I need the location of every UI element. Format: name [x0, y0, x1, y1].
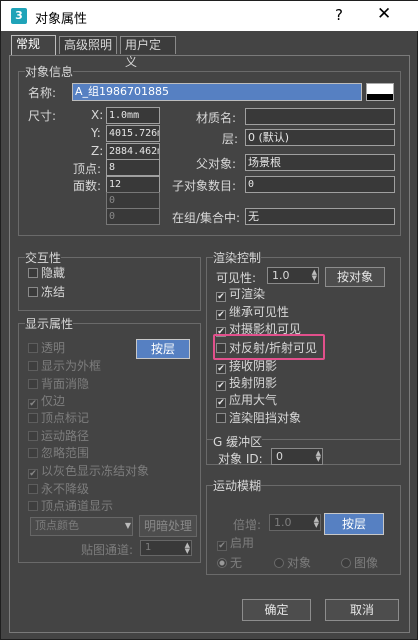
receive-shadows-checkbox[interactable]: ✔ 接收阴影 — [216, 360, 277, 374]
help-icon[interactable]: ? — [335, 6, 343, 24]
y-label: Y: — [91, 126, 101, 140]
map-channel-spinner[interactable]: 1 ▲ ▼ — [140, 540, 192, 556]
display-as-box-checkbox[interactable]: 显示为外框 — [28, 360, 101, 373]
backface-cull-checkbox[interactable]: 背面消隐 — [28, 378, 89, 391]
inherit-visibility-checkbox[interactable]: ✔ 继承可见性 — [216, 306, 289, 320]
motion-blur-image-radio[interactable]: 图像 — [341, 554, 378, 571]
z-dimension-field: 2884.462m — [106, 143, 160, 160]
layer-label: 层: — [222, 132, 239, 146]
layer-field: 0 (默认) — [245, 129, 395, 146]
parent-field: 场景根 — [245, 154, 395, 171]
never-degrade-checkbox[interactable]: 永不降级 — [28, 483, 89, 496]
motion-blur-by-layer-button[interactable]: 按层 — [324, 513, 384, 535]
tab-user-defined[interactable]: 用户定义 — [120, 36, 176, 69]
vertex-ticks-checkbox[interactable]: 顶点标记 — [28, 412, 89, 425]
object-id-spinner[interactable]: 0 ▲ ▼ — [271, 448, 323, 465]
y-dimension-field: 4015.726m — [106, 125, 160, 142]
vertex-channel-display-checkbox[interactable]: 顶点通道显示 — [28, 500, 113, 513]
render-occluded-checkbox[interactable]: 渲染阻挡对象 — [216, 412, 301, 425]
display-by-layer-button[interactable]: 按层 — [136, 339, 190, 359]
spinner-arrows-icon: ▲ ▼ — [313, 515, 319, 529]
ok-button[interactable]: 确定 — [242, 599, 311, 621]
cast-shadows-checkbox[interactable]: ✔ 投射阴影 — [216, 377, 277, 391]
highlight-box — [213, 334, 325, 360]
vertex-color-dropdown[interactable]: 顶点颜色 ▼ — [30, 517, 133, 536]
hide-checkbox[interactable]: 隐藏 — [28, 267, 65, 280]
interactivity-title: 交互性 — [25, 249, 62, 266]
motion-blur-none-radio[interactable]: 无 — [217, 554, 242, 571]
x-dimension-field: 1.0mm — [106, 107, 160, 124]
spinner-arrows-icon: ▲ ▼ — [311, 268, 317, 282]
name-label: 名称: — [28, 86, 57, 100]
object-color-swatch[interactable] — [366, 83, 394, 101]
object-id-label: 对象 ID: — [218, 452, 263, 466]
material-field — [245, 108, 395, 125]
trajectory-checkbox[interactable]: 运动路径 — [28, 430, 89, 443]
motion-blur-object-radio[interactable]: 对象 — [274, 554, 311, 571]
z-label: Z: — [91, 144, 104, 158]
spinner-arrows-icon: ▲ ▼ — [184, 541, 190, 555]
title-bar: 3 对象属性 ? ✕ — [1, 1, 418, 31]
parent-label: 父对象: — [196, 157, 237, 171]
map-channel-label: 贴图通道: — [81, 543, 134, 557]
object-properties-dialog: 3 对象属性 ? ✕ 常规 高级照明 用户定义 对象信息 名称: A_组1986… — [0, 0, 418, 640]
ignore-extents-checkbox[interactable]: 忽略范围 — [28, 447, 89, 460]
spinner-arrows-icon: ▲ ▼ — [315, 449, 321, 463]
faces-label: 面数: — [73, 179, 102, 193]
app-icon: 3 — [11, 8, 27, 24]
tab-general[interactable]: 常规 — [11, 35, 56, 55]
visibility-spinner[interactable]: 1.0 ▲ ▼ — [267, 267, 319, 284]
multiplier-label: 倍增: — [233, 518, 262, 532]
motion-blur-enabled-checkbox[interactable]: ✔ 启用 — [217, 537, 254, 551]
faces-field: 12 — [106, 176, 160, 193]
children-label: 子对象数目: — [172, 179, 237, 193]
x-label: X: — [91, 108, 104, 122]
show-frozen-gray-checkbox[interactable]: ✔ 以灰色显示冻结对象 — [28, 465, 149, 479]
object-info-title: 对象信息 — [25, 63, 74, 80]
vertices-label: 顶点: — [73, 162, 102, 176]
display-properties-title: 显示属性 — [25, 315, 74, 332]
cancel-button[interactable]: 取消 — [325, 599, 399, 621]
group-field: 无 — [245, 208, 395, 225]
material-label: 材质名: — [196, 111, 237, 125]
extra-field-2: 0 — [106, 208, 160, 225]
children-field: 0 — [245, 176, 395, 193]
tab-advanced-lighting[interactable]: 高级照明 — [59, 36, 117, 54]
gbuffer-title: G 缓冲区 — [213, 433, 263, 450]
render-control-title: 渲染控制 — [213, 249, 262, 266]
group-label: 在组/集合中: — [172, 211, 241, 225]
edges-only-checkbox[interactable]: ✔ 仅边 — [28, 395, 65, 409]
transparent-checkbox[interactable]: 透明 — [28, 342, 65, 355]
freeze-checkbox[interactable]: 冻结 — [28, 286, 65, 299]
vertices-field: 8 — [106, 159, 160, 176]
visibility-label: 可见性: — [216, 271, 257, 285]
renderable-checkbox[interactable]: ✔ 可渲染 — [216, 288, 265, 302]
visibility-by-object-button[interactable]: 按对象 — [325, 267, 385, 287]
apply-atmospherics-checkbox[interactable]: ✔ 应用大气 — [216, 394, 277, 408]
window-title: 对象属性 — [35, 12, 88, 27]
extra-field-1: 0 — [106, 192, 160, 209]
dimensions-label: 尺寸: — [28, 109, 57, 123]
motion-blur-title: 运动模糊 — [213, 477, 262, 494]
multiplier-spinner[interactable]: 1.0 ▲ ▼ — [269, 514, 321, 531]
close-icon[interactable]: ✕ — [377, 4, 391, 24]
shaded-button[interactable]: 明暗处理 — [139, 515, 197, 537]
name-input[interactable]: A_组1986701885 — [72, 83, 362, 101]
chevron-down-icon: ▼ — [124, 521, 131, 530]
